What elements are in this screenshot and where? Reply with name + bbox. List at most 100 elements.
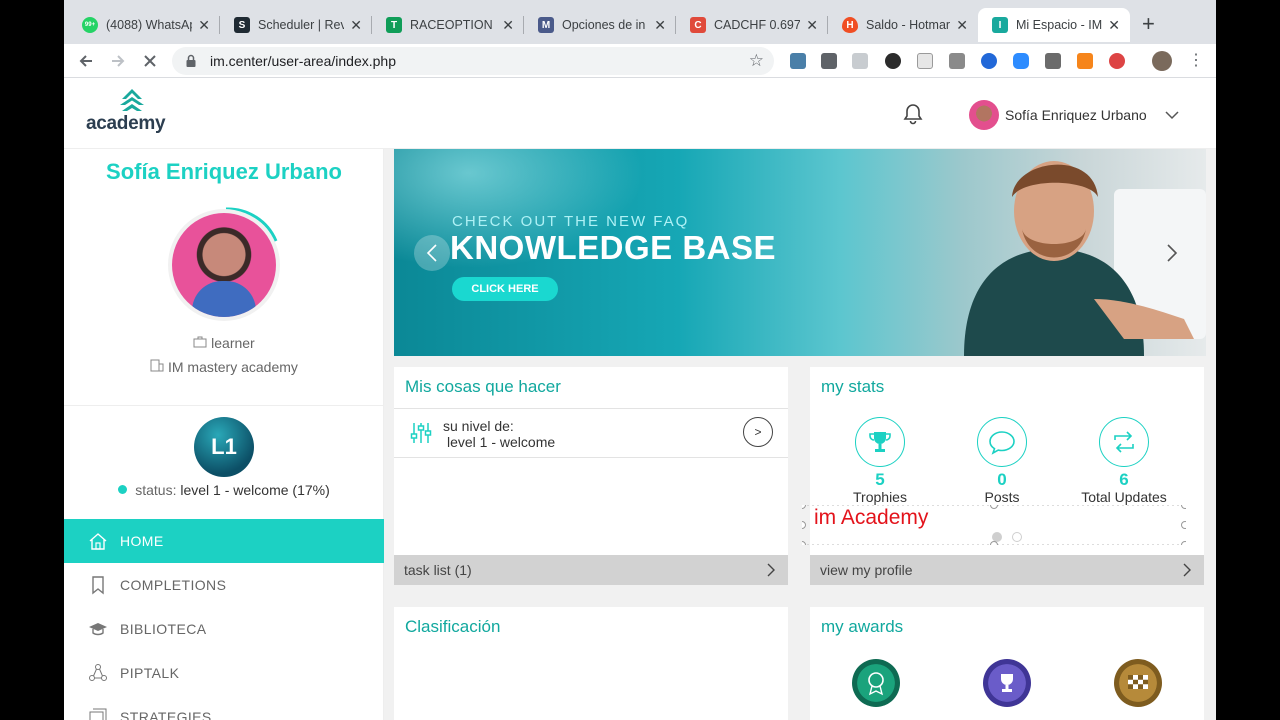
award-trophy-icon[interactable] (983, 659, 1031, 707)
todo-card: Mis cosas que hacer su nivel de: level 1… (394, 367, 788, 585)
sidebar-item-biblioteca[interactable]: BIBLIOTECA (64, 607, 384, 651)
close-icon[interactable]: ✕ (806, 17, 818, 34)
sidebar-item-label: COMPLETIONS (120, 577, 227, 593)
browser-tab-cadchf[interactable]: C CADCHF 0.697 ✕ (676, 8, 828, 42)
bookmark-star-icon[interactable]: ☆ (749, 51, 764, 71)
sliders-icon (410, 423, 432, 443)
close-icon[interactable]: ✕ (1108, 17, 1120, 34)
award-checkered-flag-icon[interactable] (1114, 659, 1162, 707)
extension-image-icon[interactable] (790, 53, 806, 69)
task-list-label: task list (1) (404, 562, 472, 578)
stat-posts[interactable]: 0 Posts (937, 417, 1067, 505)
browser-tab-scheduler[interactable]: S Scheduler | Rev ✕ (220, 8, 372, 42)
browser-tab-raceoption[interactable]: T RACEOPTION - ✕ (372, 8, 524, 42)
extension-facebook-icon[interactable] (821, 53, 837, 69)
address-bar[interactable]: im.center/user-area/index.php ☆ (172, 47, 774, 75)
browser-tab-mi-espacio[interactable]: I Mi Espacio - IM ✕ (978, 8, 1130, 42)
logo-text: academy (86, 113, 166, 134)
stat-label: Trophies (853, 489, 907, 505)
overlay-text[interactable]: im Academy (814, 506, 928, 530)
close-icon[interactable]: ✕ (654, 17, 666, 34)
todo-card-title: Mis cosas que hacer (405, 377, 561, 396)
carousel-next-button[interactable] (1158, 239, 1186, 267)
bell-icon[interactable] (902, 102, 924, 126)
extension-screen-icon[interactable] (917, 53, 933, 69)
new-tab-button[interactable]: + (1142, 11, 1155, 37)
chevron-right-icon (1167, 244, 1178, 262)
back-arrow-icon[interactable] (74, 49, 98, 73)
carousel-prev-button[interactable] (414, 235, 450, 271)
extension-zoom-icon[interactable] (1013, 53, 1029, 69)
organization-text: IM mastery academy (167, 359, 298, 375)
extension-grey-icon[interactable] (949, 53, 965, 69)
extension-download-icon[interactable] (852, 53, 868, 69)
tab-label: CADCHF 0.697 (714, 18, 801, 32)
chevron-down-icon (1165, 111, 1179, 120)
sidebar: Sofía Enriquez Urbano learner IM mastery… (64, 149, 384, 720)
extension-red-icon[interactable] (1109, 53, 1125, 69)
faq-banner-carousel[interactable]: CHECK OUT THE NEW FAQ KNOWLEDGE BASE CLI… (394, 149, 1206, 356)
browser-tab-whatsapp[interactable]: 99+ (4088) WhatsApp ✕ (68, 8, 220, 42)
level-go-button[interactable]: > (743, 417, 773, 447)
avatar (969, 100, 999, 130)
stat-total-updates[interactable]: 6 Total Updates (1059, 417, 1189, 505)
close-icon[interactable]: ✕ (956, 17, 968, 34)
forward-arrow-icon[interactable] (106, 49, 130, 73)
tab-label: Saldo - Hotmar (866, 18, 951, 32)
close-icon[interactable]: ✕ (502, 17, 514, 34)
stat-label: Posts (984, 489, 1020, 505)
browser-tab-opciones[interactable]: M Opciones de in ✕ (524, 8, 676, 42)
stop-loading-icon[interactable] (138, 49, 162, 73)
sidebar-item-home[interactable]: HOME (64, 519, 384, 563)
network-icon (89, 664, 107, 681)
extension-pause-icon[interactable] (885, 53, 901, 69)
status-label: status: (135, 482, 177, 498)
browser-profile-avatar[interactable] (1152, 51, 1172, 71)
view-profile-link[interactable]: view my profile (810, 555, 1204, 585)
extension-blue-icon[interactable] (981, 53, 997, 69)
browser-tab-hotmart[interactable]: H Saldo - Hotmar ✕ (828, 8, 978, 42)
spreadsheet-icon: T (386, 17, 402, 33)
stat-value: 6 (1119, 470, 1129, 489)
banner-cta-button[interactable]: CLICK HERE (452, 277, 558, 301)
divider (64, 405, 384, 406)
award-badge-icon[interactable] (852, 659, 900, 707)
tab-label: (4088) WhatsApp (106, 18, 192, 32)
home-icon (89, 533, 107, 550)
sidebar-item-label: STRATEGIES (120, 709, 212, 720)
level-caption: su nivel de: (443, 418, 514, 434)
chevron-right-icon (767, 563, 775, 577)
ranking-card-title: Clasificación (405, 617, 501, 636)
role-text: learner (211, 335, 255, 351)
trophy-icon (855, 417, 905, 467)
refresh-icon (1099, 417, 1149, 467)
close-icon[interactable]: ✕ (198, 17, 210, 34)
extension-metamask-icon[interactable] (1077, 53, 1093, 69)
status-value: level 1 - welcome (17%) (180, 482, 330, 498)
menu-dots-icon[interactable]: ⋮ (1188, 50, 1204, 70)
close-icon[interactable]: ✕ (350, 17, 362, 34)
layers-icon (89, 708, 107, 720)
building-icon (150, 359, 168, 375)
sidebar-item-label: PIPTALK (120, 665, 180, 681)
user-menu[interactable]: Sofía Enriquez Urbano (969, 100, 1179, 130)
extension-text-icon[interactable] (1045, 53, 1061, 69)
sidebar-item-completions[interactable]: COMPLETIONS (64, 563, 384, 607)
profile-role: learner (64, 335, 384, 351)
sidebar-menu: HOME COMPLETIONS BIBLIOTECA PIPTALK STRA… (64, 519, 384, 720)
profile-avatar[interactable] (172, 213, 276, 317)
browser-tab-strip: 99+ (4088) WhatsApp ✕ S Scheduler | Rev … (64, 0, 1216, 44)
stat-value: 5 (875, 470, 885, 489)
stat-label: Total Updates (1081, 489, 1167, 505)
sidebar-item-piptalk[interactable]: PIPTALK (64, 651, 384, 695)
profile-avatar-wrapper (168, 205, 280, 317)
task-list-link[interactable]: task list (1) (394, 555, 788, 585)
header-user-name: Sofía Enriquez Urbano (1005, 107, 1147, 123)
level-row[interactable]: su nivel de: level 1 - welcome > (394, 408, 788, 458)
ranking-card: Clasificación (394, 607, 788, 720)
sidebar-item-strategies[interactable]: STRATEGIES (64, 695, 384, 720)
stat-trophies[interactable]: 5 Trophies (815, 417, 945, 505)
lock-icon (186, 54, 196, 67)
banner-pretitle: CHECK OUT THE NEW FAQ (452, 213, 690, 230)
chevron-left-icon (426, 244, 437, 262)
